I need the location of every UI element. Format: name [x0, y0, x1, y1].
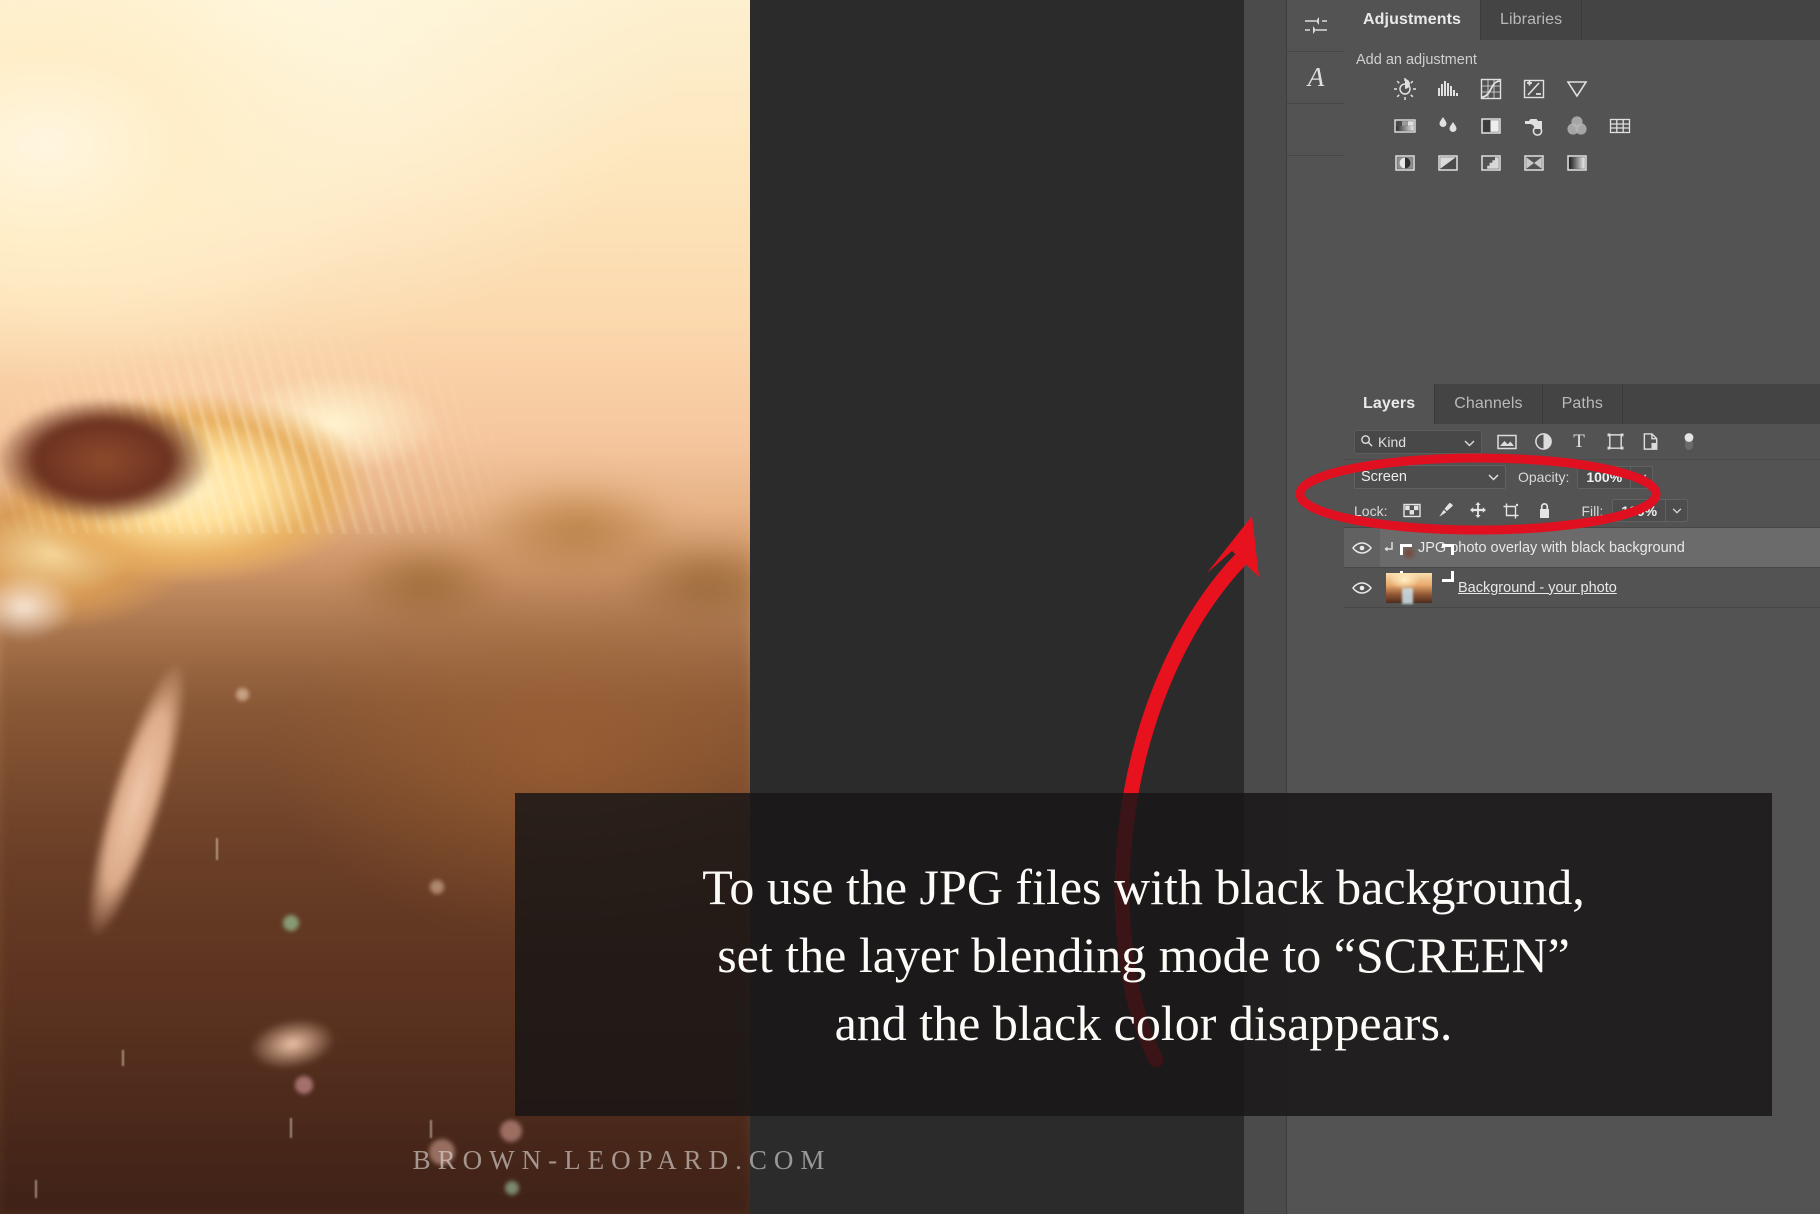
curves-icon[interactable] [1478, 76, 1504, 102]
bokeh-dot [505, 1181, 519, 1195]
lock-row[interactable]: Lock: Fill: 100% [1344, 494, 1820, 528]
lock-label: Lock: [1354, 502, 1388, 519]
bokeh-dot [283, 915, 299, 931]
blend-mode-value: Screen [1361, 469, 1407, 485]
exposure-icon[interactable] [1521, 76, 1547, 102]
tab-adjustments[interactable]: Adjustments [1344, 0, 1481, 40]
rain-streak [290, 1118, 292, 1138]
filter-shape-layers-icon[interactable] [1604, 432, 1626, 451]
lock-artboard-nesting-icon[interactable] [1501, 502, 1521, 520]
bokeh-dot [500, 1120, 522, 1142]
bokeh-dot [430, 880, 444, 894]
fill-group[interactable]: Fill: 100% [1581, 499, 1689, 522]
eye-visibility-icon[interactable] [1344, 581, 1380, 595]
filter-adjustment-layers-icon[interactable] [1532, 432, 1554, 451]
levels-icon[interactable] [1435, 76, 1461, 102]
posterize-icon[interactable] [1435, 150, 1461, 176]
tab-libraries[interactable]: Libraries [1481, 0, 1583, 40]
invert-icon[interactable] [1392, 150, 1418, 176]
hue-saturation-icon[interactable] [1392, 113, 1418, 139]
watermark: BROWN-LEOPARD.COM [412, 1145, 832, 1175]
lock-transparent-pixels-icon[interactable] [1402, 503, 1422, 518]
adjustment-icon-grid[interactable] [1344, 76, 1820, 176]
rain-streak [35, 1180, 37, 1198]
vibrance-icon[interactable] [1564, 76, 1590, 102]
fill-label: Fill: [1581, 502, 1604, 519]
rain-streak [216, 838, 218, 860]
layer-name[interactable]: JPG photo overlay with black background [1418, 540, 1685, 556]
thumbnail-selection-frame [1400, 543, 1454, 582]
adjustment-row-1[interactable] [1392, 76, 1820, 102]
black-white-icon[interactable] [1478, 113, 1504, 139]
fill-stepper[interactable] [1665, 500, 1687, 521]
photo-hand [194, 934, 391, 1154]
layer-name[interactable]: Background - your photo [1458, 580, 1617, 596]
opacity-field[interactable]: 100% [1577, 465, 1654, 489]
caption-line-2: set the layer blending mode to “SCREEN” [717, 926, 1570, 983]
layer-filter-kind-select[interactable]: Kind [1354, 429, 1482, 454]
color-balance-icon[interactable] [1435, 113, 1461, 139]
photo-filter-icon[interactable] [1521, 113, 1547, 139]
caption-line-3: and the black color disappears. [834, 994, 1453, 1051]
bokeh-dot [295, 1076, 313, 1094]
chevron-down-icon[interactable] [1464, 434, 1475, 450]
filter-toggle-switch[interactable] [1678, 431, 1700, 453]
gradient-map-icon[interactable] [1564, 150, 1590, 176]
character-panel-icon[interactable]: A [1287, 52, 1345, 104]
add-an-adjustment-label: Add an adjustment [1356, 52, 1477, 68]
tab-channels[interactable]: Channels [1435, 384, 1543, 424]
search-icon [1360, 434, 1373, 450]
layer-filter-kind-value: Kind [1378, 433, 1407, 450]
opacity-label: Opacity: [1518, 469, 1570, 485]
blend-mode-row[interactable]: Screen Opacity: 100% [1344, 460, 1820, 494]
color-lookup-icon[interactable] [1607, 113, 1633, 139]
fill-field[interactable]: 100% [1612, 499, 1689, 522]
layer-thumbnail[interactable] [1386, 572, 1432, 603]
layer-filter-row[interactable]: Kind T [1344, 424, 1820, 460]
brightness-contrast-icon[interactable] [1392, 76, 1418, 102]
blend-mode-dropdown[interactable]: Screen [1354, 465, 1506, 489]
table-row[interactable]: JPG photo overlay with black background [1344, 528, 1820, 582]
channel-mixer-icon[interactable] [1564, 113, 1590, 139]
lock-image-pixels-icon[interactable] [1435, 502, 1455, 519]
adjustments-panel-body: Add an adjustment [1344, 40, 1820, 384]
rail-empty-slot [1287, 104, 1345, 156]
rain-streak [122, 1050, 124, 1066]
photoshop-screenshot: BROWN-LEOPARD.COM A Adjustments Librarie… [0, 0, 1820, 1214]
lock-all-icon[interactable] [1534, 502, 1554, 520]
chevron-down-icon[interactable] [1488, 469, 1499, 485]
adjustments-tabbar[interactable]: Adjustments Libraries [1344, 0, 1820, 40]
caption-line-1: To use the JPG files with black backgrou… [702, 858, 1585, 915]
filter-pixel-layers-icon[interactable] [1496, 434, 1518, 450]
tab-paths[interactable]: Paths [1542, 384, 1624, 424]
layers-tabbar[interactable]: Layers Channels Paths [1344, 384, 1820, 424]
lock-position-icon[interactable] [1468, 501, 1488, 520]
layer-main-cell[interactable]: JPG photo overlay with black background [1380, 528, 1820, 582]
filter-smart-objects-icon[interactable] [1640, 432, 1662, 451]
clipping-mask-icon [1382, 541, 1396, 554]
bokeh-dot [236, 688, 249, 701]
fill-value: 100% [1621, 502, 1658, 519]
adjustment-row-3[interactable] [1392, 150, 1820, 176]
table-row[interactable]: Background - your photo [1344, 568, 1820, 608]
filter-type-layers-icon[interactable]: T [1568, 431, 1590, 453]
eye-visibility-icon[interactable] [1344, 541, 1380, 555]
rain-streak [430, 1120, 432, 1138]
selective-color-icon[interactable] [1521, 150, 1547, 176]
tab-layers[interactable]: Layers [1344, 384, 1436, 424]
opacity-stepper[interactable] [1630, 466, 1652, 488]
caption-overlay: To use the JPG files with black backgrou… [515, 793, 1772, 1116]
brush-settings-icon[interactable] [1287, 0, 1345, 52]
adjustment-row-2[interactable] [1392, 113, 1820, 139]
threshold-icon[interactable] [1478, 150, 1504, 176]
opacity-value: 100% [1586, 469, 1623, 485]
